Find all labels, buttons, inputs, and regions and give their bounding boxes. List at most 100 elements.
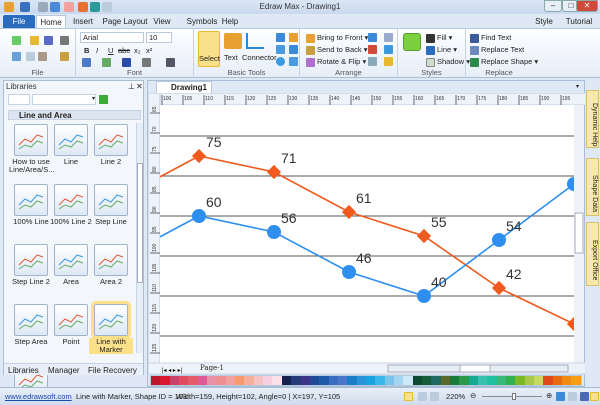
lock-icon[interactable] [384,57,393,66]
palette-swatch[interactable] [207,376,217,385]
rectangle-tool-icon[interactable] [276,45,285,54]
palette-swatch[interactable] [431,376,441,385]
group-icon[interactable] [368,57,377,66]
fit-view-icon[interactable] [418,392,427,401]
size-icon[interactable] [384,33,393,42]
zoom-in-button[interactable]: ⊕ [546,391,552,400]
tab-view[interactable]: View [150,15,174,29]
palette-swatch[interactable] [562,376,572,385]
library-item[interactable] [94,244,128,276]
zoom-tool-icon[interactable] [568,392,577,401]
arc-tool-icon[interactable] [289,33,298,42]
library-item[interactable] [14,304,48,336]
bold-button[interactable]: B [84,46,89,55]
palette-swatch[interactable] [393,376,404,385]
send-to-back-button[interactable]: Send to Back ▾ [306,45,367,55]
website-link[interactable]: www.edrawsoft.com [5,392,72,401]
zoom-slider[interactable] [482,393,542,400]
subscript-button[interactable]: x₂ [134,46,141,55]
palette-swatch[interactable] [571,376,581,385]
library-menu-button[interactable] [8,94,30,105]
close-panel-icon[interactable]: ✕ [136,82,143,91]
library-search-input[interactable]: ▾ [32,94,96,105]
library-item[interactable] [91,301,131,339]
palette-swatch[interactable] [272,376,282,385]
palette-swatch[interactable] [337,376,348,385]
cross-tool-icon[interactable] [289,45,298,54]
pin-icon[interactable]: ⊥ [128,82,135,91]
replace-shape-button[interactable]: Replace Shape ▾ [470,57,538,67]
line-tool-icon[interactable] [276,33,285,42]
palette-swatch[interactable] [524,376,535,385]
align-icon[interactable] [368,33,377,42]
strikethrough-button[interactable]: abc [118,46,130,55]
font-color-icon[interactable] [122,58,131,67]
palette-swatch[interactable] [365,376,376,385]
library-item[interactable] [14,124,48,156]
font-size-select[interactable]: 10 [146,32,172,43]
palette-swatch[interactable] [356,376,366,385]
bottom-tab-libraries[interactable]: Libraries [8,366,39,375]
library-item[interactable] [54,184,88,216]
full-screen-icon[interactable] [580,392,589,401]
ellipse-tool-icon[interactable] [276,57,285,66]
zoom-out-button[interactable]: ⊖ [470,391,476,400]
page-tab[interactable]: Page-1 [200,364,224,372]
tab-file[interactable]: File [3,15,35,29]
style-menu[interactable]: Style [530,15,558,29]
export-office-tab[interactable]: Export Office [586,222,599,286]
go-arrow-icon[interactable] [99,95,108,104]
bottom-tab-manager[interactable]: Manager [48,366,80,375]
palette-swatch[interactable] [197,376,208,385]
fit-page-icon[interactable] [556,392,565,401]
data-point[interactable] [192,209,206,223]
bullets-icon[interactable] [166,58,175,67]
dynamic-help-tab[interactable]: Dynamic Help [586,90,599,148]
filter-icon[interactable] [430,392,439,401]
palette-swatch[interactable] [291,376,301,385]
tab-list-icon[interactable]: ▾ [576,83,579,90]
format-painter-icon[interactable] [60,52,69,61]
palette-swatch[interactable] [328,376,338,385]
palette-swatch[interactable] [235,376,245,385]
palette-swatch[interactable] [319,376,329,385]
palette-swatch[interactable] [440,376,450,385]
palette-swatch[interactable] [487,376,497,385]
tab-help[interactable]: Help [218,15,242,29]
palette-swatch[interactable] [450,376,460,385]
fill-shade-icon[interactable] [142,58,151,67]
page-nav-buttons[interactable]: |◂ ◂ ▸ ▸| [162,368,183,374]
library-item[interactable] [94,184,128,216]
canvas-page[interactable] [160,105,574,363]
minimize-button[interactable]: – [544,0,562,12]
palette-swatch[interactable] [300,376,310,385]
palette-swatch[interactable] [412,376,422,385]
vertical-scroll-thumb[interactable] [574,212,584,254]
rotate-flip-button[interactable]: Rotate & Flip ▾ [306,57,366,67]
shape-data-tab[interactable]: Shape Data [586,158,599,216]
connector-button[interactable]: Connector [242,53,277,62]
quick-style-icon[interactable] [403,33,421,51]
save-icon[interactable] [44,36,53,45]
crop-tool-icon[interactable] [289,57,298,66]
center-icon[interactable] [384,45,393,54]
line-button[interactable]: Line ▾ [426,45,457,55]
palette-swatch[interactable] [515,376,525,385]
library-item[interactable] [14,184,48,216]
palette-swatch[interactable] [459,376,469,385]
palette-swatch[interactable] [534,376,544,385]
scroll-thumb[interactable] [137,163,143,283]
open-icon[interactable] [30,36,39,45]
data-point[interactable] [267,225,281,239]
palette-swatch[interactable] [478,376,488,385]
palette-swatch[interactable] [421,376,432,385]
library-item[interactable] [94,124,128,156]
bring-to-front-button[interactable]: Bring to Front ▾ [306,33,368,43]
presentation-icon[interactable] [590,392,599,401]
tutorial-menu[interactable]: Tutorial [562,15,596,29]
palette-swatch[interactable] [151,376,161,385]
palette-swatch[interactable] [179,376,189,385]
text-button[interactable]: Text [224,53,238,62]
palette-swatch[interactable] [188,376,198,385]
bottom-tab-file-recovery[interactable]: File Recovery [88,366,137,375]
